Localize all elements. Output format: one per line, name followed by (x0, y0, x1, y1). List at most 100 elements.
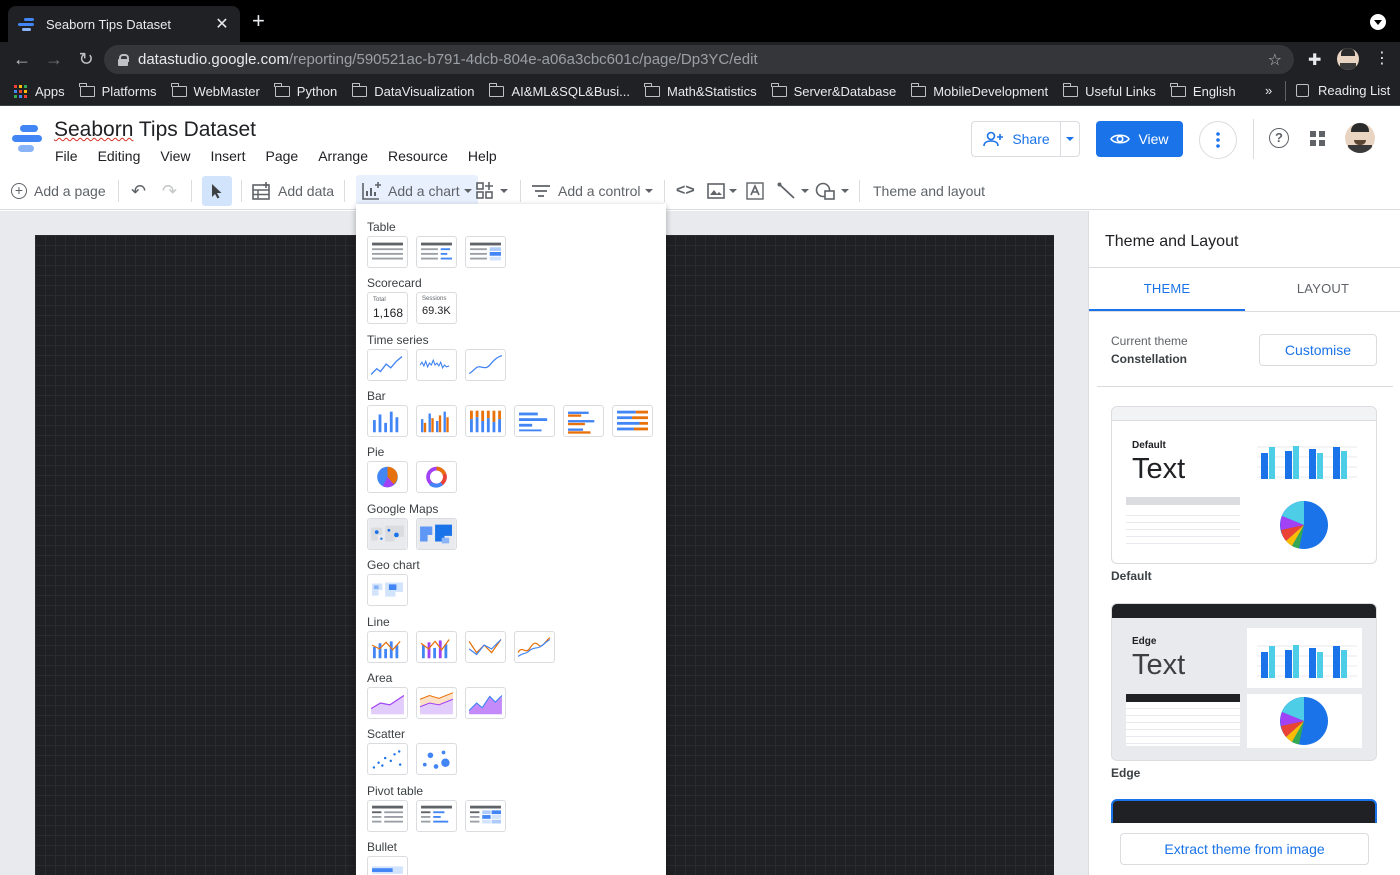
chart-option-pivot-table-heatmap[interactable] (465, 800, 506, 832)
bookmark-folder[interactable]: AI&ML&SQL&Busi... (488, 82, 630, 99)
theme-card-default[interactable]: Default Text (1111, 406, 1377, 564)
category-area: Area (367, 671, 393, 685)
chart-option-pivot-table-bars[interactable] (416, 800, 457, 832)
chart-option-column[interactable] (367, 405, 408, 437)
bookmark-folder[interactable]: Server&Database (771, 82, 896, 99)
chart-option-scatter[interactable] (367, 743, 408, 775)
embed-code-icon[interactable]: <> (676, 172, 695, 210)
chart-option-combo[interactable] (367, 631, 408, 663)
bookmark-folder[interactable]: Useful Links (1062, 82, 1156, 99)
theme-and-layout-button[interactable]: Theme and layout (873, 172, 985, 210)
chart-option-filled-map[interactable] (416, 518, 457, 550)
bookmark-folder[interactable]: Python (274, 82, 337, 99)
menu-editing[interactable]: Editing (98, 148, 141, 164)
chart-option-pie[interactable] (367, 461, 408, 493)
bookmark-folder[interactable]: English (1170, 82, 1236, 99)
chart-option-grouped-bar[interactable] (563, 405, 604, 437)
apps-launcher-icon[interactable] (1310, 131, 1325, 146)
browser-menu-icon[interactable]: ⋮ (1374, 48, 1390, 70)
category-pivot-table: Pivot table (367, 784, 424, 798)
select-pointer-icon[interactable] (202, 176, 232, 206)
share-button[interactable]: Share (971, 121, 1080, 157)
chart-option-scorecard-compact[interactable]: Sessions 69.3K (416, 292, 457, 324)
chart-option-bullet[interactable] (367, 856, 408, 875)
menu-insert[interactable]: Insert (210, 148, 245, 164)
forward-icon[interactable]: → (38, 49, 70, 70)
theme-card-edge[interactable]: Edge Text (1111, 603, 1377, 761)
chart-option-smoothed-time-series[interactable] (465, 349, 506, 381)
help-icon[interactable]: ? (1269, 128, 1289, 148)
tab-theme[interactable]: THEME (1089, 281, 1245, 296)
bookmark-folder[interactable]: Platforms (79, 82, 157, 99)
add-chart-button[interactable]: Add a chart (356, 175, 478, 207)
chart-option-area[interactable] (367, 687, 408, 719)
address-bar[interactable]: datastudio.google.com/reporting/590521ac… (104, 45, 1294, 74)
report-title[interactable]: Seaborn Tips Dataset (54, 118, 256, 142)
chart-option-time-series[interactable] (367, 349, 408, 381)
new-tab-icon[interactable]: + (252, 10, 265, 32)
chart-option-table[interactable] (367, 236, 408, 268)
back-icon[interactable]: ← (6, 49, 38, 70)
chart-option-stacked-bar[interactable] (612, 405, 653, 437)
menu-arrange[interactable]: Arrange (318, 148, 368, 164)
reload-icon[interactable]: ↻ (70, 49, 102, 70)
chart-option-pivot-table[interactable] (367, 800, 408, 832)
url-host: datastudio.google.com (138, 51, 289, 68)
close-tab-icon[interactable]: ✕ (214, 14, 230, 34)
text-box-icon[interactable] (746, 172, 764, 210)
folder-icon (274, 82, 290, 97)
menu-page[interactable]: Page (265, 148, 298, 164)
bookmark-folder[interactable]: DataVisualization (351, 82, 474, 99)
chart-option-bubble-map[interactable] (367, 518, 408, 550)
chart-option-100-stacked-area[interactable] (465, 687, 506, 719)
share-dropdown-icon[interactable] (1061, 137, 1079, 141)
tab-layout[interactable]: LAYOUT (1245, 281, 1400, 296)
menu-view[interactable]: View (160, 148, 190, 164)
browser-tab[interactable]: Seaborn Tips Dataset ✕ (8, 6, 240, 42)
extract-theme-button[interactable]: Extract theme from image (1120, 833, 1369, 865)
bookmark-folder[interactable]: MobileDevelopment (910, 82, 1048, 99)
chart-option-bubble[interactable] (416, 743, 457, 775)
line-tool-icon[interactable] (777, 172, 809, 210)
more-options-icon[interactable] (1199, 121, 1237, 159)
chart-option-bar[interactable] (514, 405, 555, 437)
reading-list[interactable]: Reading List (1296, 83, 1390, 98)
tab-search-icon[interactable] (1370, 14, 1386, 30)
chart-option-table-bars[interactable] (416, 236, 457, 268)
bookmark-star-icon[interactable]: ☆ (1268, 50, 1282, 70)
toolbar-divider (344, 180, 345, 202)
bookmark-apps[interactable]: Apps (14, 84, 65, 99)
chart-option-scorecard[interactable]: Total 1,168 (367, 292, 408, 324)
chart-option-stacked-combo[interactable] (416, 631, 457, 663)
menu-file[interactable]: File (55, 148, 78, 164)
add-circle-icon: + (11, 183, 27, 199)
chart-option-grouped-column[interactable] (416, 405, 457, 437)
add-data-button[interactable]: Add data (252, 172, 334, 210)
chart-option-geo-chart[interactable] (367, 574, 408, 606)
chart-option-table-heatmap[interactable] (465, 236, 506, 268)
bookmark-folder[interactable]: WebMaster (171, 82, 260, 99)
chart-option-sparkline[interactable] (416, 349, 457, 381)
user-avatar[interactable] (1345, 123, 1375, 153)
profile-avatar[interactable] (1337, 48, 1359, 70)
bookmarks-overflow-icon[interactable]: » (1265, 83, 1272, 98)
redo-icon[interactable]: ↷ (162, 172, 177, 210)
view-button[interactable]: View (1096, 121, 1183, 157)
bookmark-folder[interactable]: Math&Statistics (644, 82, 757, 99)
menu-help[interactable]: Help (468, 148, 497, 164)
menu-resource[interactable]: Resource (388, 148, 448, 164)
image-icon[interactable] (707, 172, 737, 210)
chart-option-stacked-column[interactable] (465, 405, 506, 437)
chart-option-smoothed-line[interactable] (514, 631, 555, 663)
customise-button[interactable]: Customise (1259, 334, 1377, 366)
url-path: /reporting/590521ac-b791-4dcb-804e-a06a3… (288, 51, 758, 68)
undo-icon[interactable]: ↶ (131, 172, 146, 210)
browser-tab-strip: Seaborn Tips Dataset ✕ + (0, 0, 1400, 42)
shape-tool-icon[interactable] (815, 172, 849, 210)
add-page-button[interactable]: + Add a page (11, 172, 106, 210)
browser-toolbar: ← → ↻ datastudio.google.com/reporting/59… (0, 42, 1400, 77)
chart-option-stacked-area[interactable] (416, 687, 457, 719)
chart-option-donut[interactable] (416, 461, 457, 493)
chart-option-line[interactable] (465, 631, 506, 663)
extensions-icon[interactable]: ✚ (1308, 50, 1321, 70)
